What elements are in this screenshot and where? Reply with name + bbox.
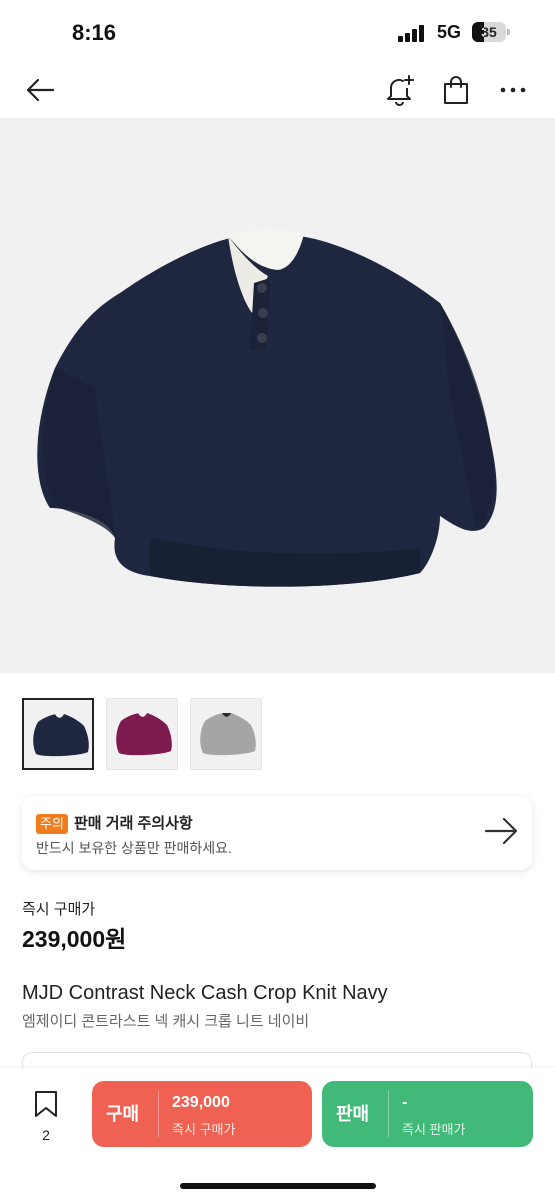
arrow-left-icon [26, 78, 55, 102]
network-label: 5G [437, 22, 462, 42]
alert-button[interactable] [378, 68, 422, 112]
battery-level: 35 [481, 24, 497, 40]
buy-price: 239,000 [172, 1094, 230, 1111]
bookmark-icon [35, 1091, 57, 1117]
back-button[interactable] [18, 68, 62, 112]
divider [388, 1091, 389, 1137]
thumbnail-grey[interactable] [190, 698, 262, 770]
divider [158, 1091, 159, 1137]
product-name: MJD Contrast Neck Cash Crop Knit Navy [22, 982, 388, 1004]
nav-bar [0, 62, 555, 118]
signal-icon [398, 24, 428, 42]
sell-button[interactable]: 판매 - 즉시 판매가 [322, 1081, 533, 1147]
sell-label: 판매 [336, 1104, 370, 1124]
thumbnail-strip [22, 698, 262, 770]
product-photo [37, 229, 497, 587]
arrow-right-icon [484, 817, 518, 845]
home-indicator [180, 1183, 376, 1189]
status-bar: 8:16 5G 35 [0, 0, 555, 62]
bookmark-button[interactable]: 2 [26, 1090, 66, 1143]
more-button[interactable] [491, 68, 535, 112]
shopping-bag-icon [444, 76, 468, 104]
notice-subtitle: 반드시 보유한 상품만 판매하세요. [36, 840, 232, 856]
thumbnail-navy[interactable] [22, 698, 94, 770]
bookmark-count: 2 [42, 1127, 50, 1143]
buy-label: 구매 [106, 1104, 140, 1124]
notice-title: 판매 거래 주의사항 [74, 815, 193, 832]
bell-plus-icon [387, 75, 414, 106]
status-time: 8:16 [72, 20, 117, 45]
caution-badge: 주의 [36, 814, 68, 834]
more-dots-icon [500, 87, 526, 93]
sell-price: - [402, 1094, 408, 1111]
sell-sub-label: 즉시 판매가 [402, 1122, 466, 1137]
instant-buy-price-label: 즉시 구매가 [22, 901, 96, 918]
product-image[interactable] [0, 118, 555, 673]
thumbnail-purple[interactable] [106, 698, 178, 770]
cart-button[interactable] [434, 68, 478, 112]
battery-icon: 35 [472, 22, 510, 42]
instant-buy-price: 239,000원 [22, 926, 127, 952]
bottom-action-bar: 2 구매 239,000 즉시 구매가 판매 - 즉시 판매가 [0, 1068, 555, 1200]
sale-notice-card[interactable]: 주의 판매 거래 주의사항 반드시 보유한 상품만 판매하세요. [22, 796, 532, 870]
buy-button[interactable]: 구매 239,000 즉시 구매가 [92, 1081, 312, 1147]
product-name-korean: 엠제이디 콘트라스트 넥 캐시 크롭 니트 네이비 [22, 1013, 310, 1030]
buy-sub-label: 즉시 구매가 [172, 1122, 236, 1137]
